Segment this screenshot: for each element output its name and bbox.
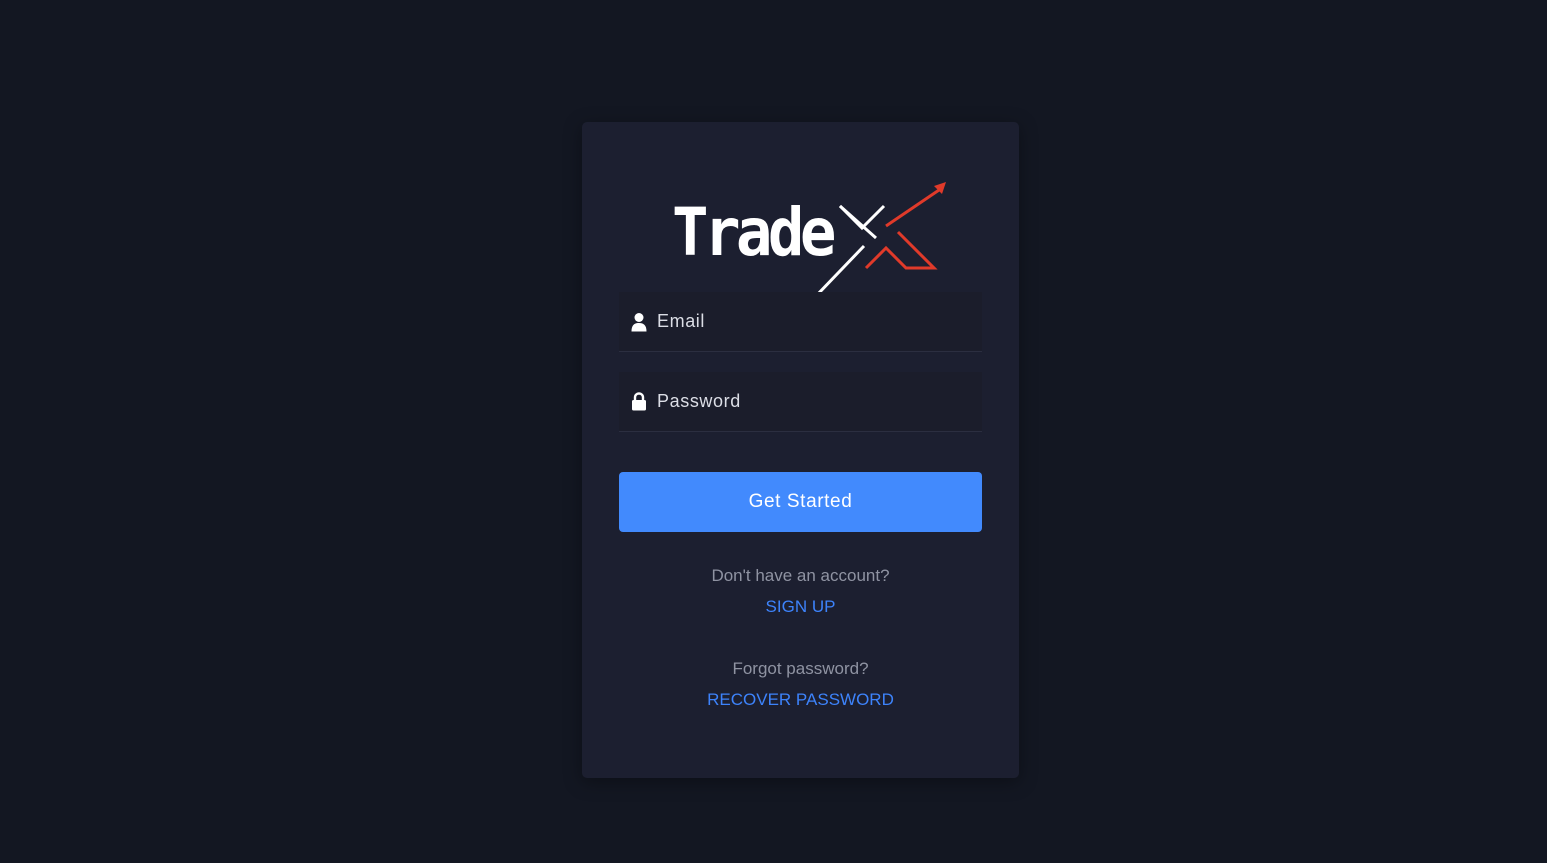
recover-link-row: RECOVER PASSWORD (582, 690, 1019, 710)
tradex-logo: Trade (668, 178, 948, 296)
user-icon (619, 292, 657, 352)
password-input[interactable] (657, 371, 982, 432)
login-card: Trade Get Sta (582, 122, 1019, 778)
recover-prompt: Forgot password? (732, 659, 869, 678)
get-started-button[interactable]: Get Started (619, 472, 982, 532)
signup-link-row: SIGN UP (582, 597, 1019, 617)
recover-password-link[interactable]: RECOVER PASSWORD (707, 690, 894, 709)
sign-up-link[interactable]: SIGN UP (766, 597, 836, 616)
lock-icon (619, 372, 657, 432)
signup-prompt: Don't have an account? (711, 566, 890, 585)
password-field[interactable] (619, 371, 982, 432)
email-input[interactable] (657, 291, 982, 352)
logo-x-arrow-icon (814, 182, 946, 296)
email-field[interactable] (619, 291, 982, 352)
